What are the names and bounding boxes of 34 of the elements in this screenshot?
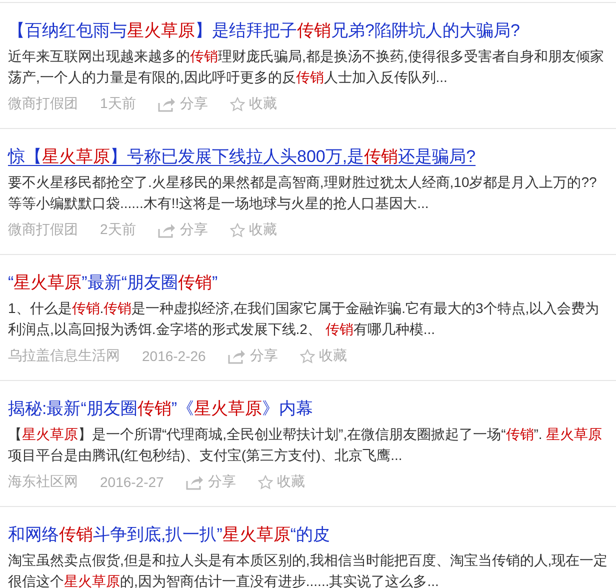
result-title[interactable]: 【百纳红包雨与星火草原】是结拜把子传销兄弟?陷阱坑人的大骗局? xyxy=(8,19,520,43)
star-icon[interactable] xyxy=(230,222,245,238)
favorite-link[interactable]: 收藏 xyxy=(318,347,347,365)
share-link[interactable]: 分享 xyxy=(180,95,208,113)
result-title[interactable]: 揭秘:最新“朋友圈传销”《星火草原》内幕 xyxy=(8,397,314,421)
result-snippet: 要不火星移民都抢空了.火星移民的果然都是高智商,理财胜过犹太人经商,10岁都是月入上万的??等等小编默默口袋......木有!!这将是一场地球与火星的抢人口基因大... xyxy=(8,173,598,213)
publish-time: 2016-2-27 xyxy=(100,474,164,490)
share-icon[interactable] xyxy=(158,222,176,238)
result-snippet: 【星火草原】是一个所谓“代理商城,全民创业帮扶计划”,在微信朋友圈掀起了一场“传销”. 星火草原 项目平台是由腾讯(红包秒结)、支付宝(第三方支付)、北京飞鹰... xyxy=(8,425,604,465)
publish-time: 2016-2-26 xyxy=(142,348,206,364)
favorite-link[interactable]: 收藏 xyxy=(276,473,305,491)
result-snippet: 淘宝虽然卖点假货,但是和拉人头是有本质区别的,我相信当时能把百度、淘宝当传销的人,现在一定很信这个星火草原的,因为智商估计一直没有进步......其实说了这么多... xyxy=(8,551,608,588)
star-icon[interactable] xyxy=(258,474,273,490)
favorite-link[interactable]: 收藏 xyxy=(248,95,277,113)
publish-time: 2天前 xyxy=(100,221,136,239)
share-icon[interactable] xyxy=(158,96,176,112)
share-link[interactable]: 分享 xyxy=(208,473,236,491)
source-name: 乌拉盖信息生活网 xyxy=(8,347,120,365)
result-title[interactable]: 和网络传销斗争到底,扒一扒”星火草原“的皮 xyxy=(8,523,330,547)
result-title[interactable]: 惊【星火草原】号称已发展下线拉人头800万,是传销还是骗局? xyxy=(8,145,476,169)
source-name: 海东社区网 xyxy=(8,473,78,491)
share-icon[interactable] xyxy=(186,474,204,490)
share-link[interactable]: 分享 xyxy=(250,347,278,365)
star-icon[interactable] xyxy=(230,96,245,112)
favorite-link[interactable]: 收藏 xyxy=(248,221,277,239)
publish-time: 1天前 xyxy=(100,95,136,113)
source-name: 微商打假团 xyxy=(8,95,78,113)
star-icon[interactable] xyxy=(300,348,315,364)
share-link[interactable]: 分享 xyxy=(180,221,208,239)
result-snippet: 1、什么是传销.传销是一种虚拟经济,在我们国家它属于金融诈骗.它有最大的3个特点,以入会费为利润点,以高回报为诱饵.金字塔的形式发展下线.2、 传销有哪几种模... xyxy=(8,299,600,339)
share-icon[interactable] xyxy=(228,348,246,364)
result-snippet: 近年来互联网出现越来越多的传销理财庞氏骗局,都是换汤不换药,使得很多受害者自身和朋友倾家荡产,一个人的力量是有限的,因此呼吁更多的反传销人士加入反传队列... xyxy=(8,47,605,87)
result-title[interactable]: “星火草原”最新“朋友圈传销” xyxy=(8,271,218,295)
source-name: 微商打假团 xyxy=(8,221,78,239)
